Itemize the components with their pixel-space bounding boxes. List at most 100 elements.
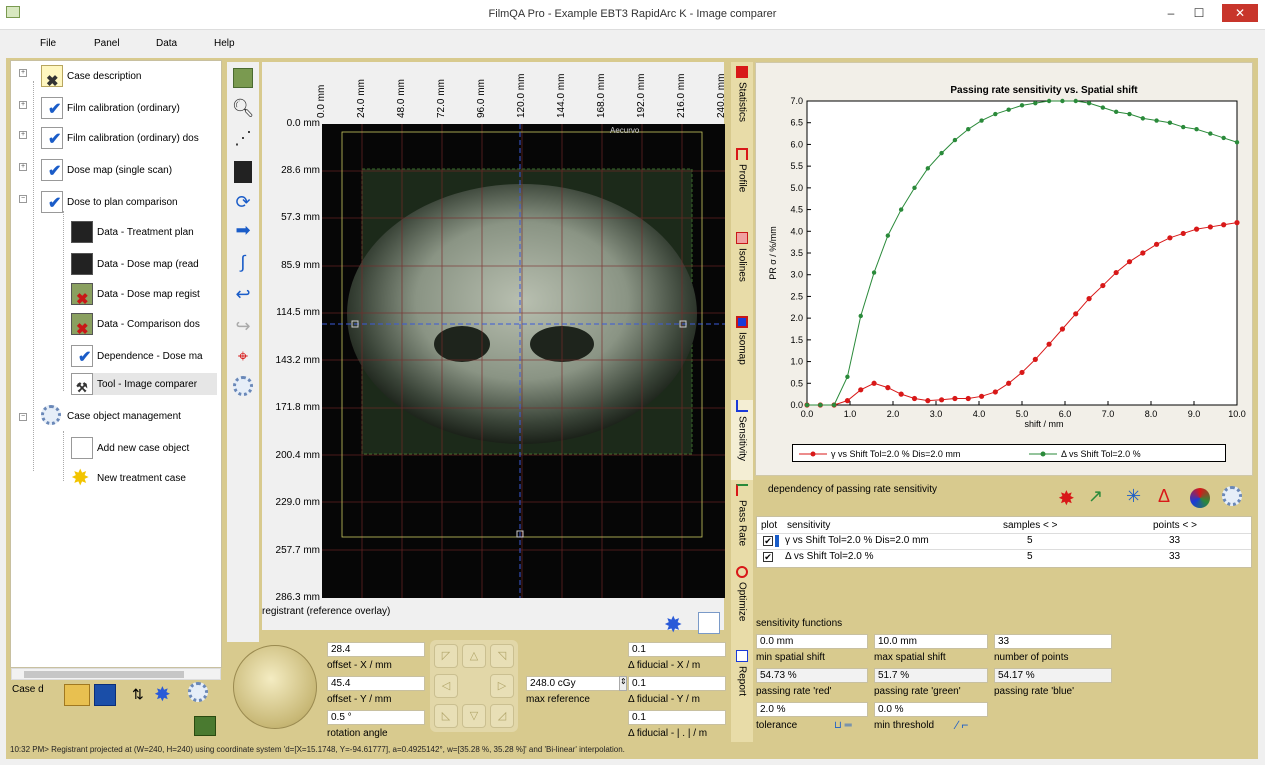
collapse-icon[interactable]: − [19, 195, 27, 203]
data-point [1194, 127, 1199, 132]
tree-item-dose-map[interactable]: ✔ Dose map (single scan) [41, 159, 172, 181]
table-row[interactable]: ✔ Δ vs Shift Tol=2.0 % 5 33 [757, 549, 1251, 563]
tab-isomap[interactable]: Isomap [731, 316, 753, 365]
expander-icon[interactable]: + [19, 163, 27, 171]
nudge-up-right-button[interactable]: ◹ [490, 644, 514, 668]
tree-item-new-treatment-case[interactable]: ✸ New treatment case [71, 467, 186, 489]
close-button[interactable]: ✕ [1222, 4, 1258, 22]
tree-item-data-dose-map-registered[interactable]: ✖ Data - Dose map regist [71, 283, 200, 308]
passing-rate-green-value: 51.7 % [874, 668, 988, 683]
nudge-down-left-button[interactable]: ◺ [434, 704, 458, 728]
redo-icon[interactable]: ↪ [231, 314, 255, 338]
curve-tool-icon[interactable]: ↗ [1088, 486, 1103, 507]
threshold-curve-icon[interactable]: ∕ ⌐ [956, 718, 968, 732]
tree-item-tool-image-comparer[interactable]: ⚒ Tool - Image comparer [71, 373, 217, 395]
tree-item-film-calibration[interactable]: ✔ Film calibration (ordinary) [41, 97, 180, 119]
tree-item-case-object-management[interactable]: Case object management [41, 405, 181, 427]
film-icon[interactable] [231, 160, 255, 184]
maximize-button[interactable]: ☐ [1186, 4, 1212, 22]
fiducial-y-input[interactable]: 0.1 [628, 676, 726, 691]
tolerance-units-icon[interactable]: ⊔ ═ [834, 720, 852, 731]
curve-icon[interactable]: ∫ [231, 250, 255, 274]
crosshair-icon[interactable]: ⌖ [231, 344, 255, 368]
arrow-right-icon[interactable]: ➡ [231, 218, 255, 242]
min-threshold-input[interactable]: 0.0 % [874, 702, 988, 717]
tab-isolines[interactable]: Isolines [731, 232, 753, 282]
number-of-points-input[interactable]: 33 [994, 634, 1112, 649]
tree-scrollbar[interactable] [11, 668, 221, 680]
x-tick-label: 6.0 [1059, 409, 1072, 419]
image-icon[interactable] [231, 66, 255, 90]
tree-item-data-comparison-dose[interactable]: ✖ Data - Comparison dos [71, 313, 200, 338]
undo-icon[interactable]: ↩ [231, 282, 255, 306]
offset-x-input[interactable]: 28.4 [327, 642, 425, 657]
nudge-up-button[interactable]: △ [462, 644, 486, 668]
settings-star-icon[interactable]: ✸ [664, 612, 682, 638]
offset-y-input[interactable]: 45.4 [327, 676, 425, 691]
expander-icon[interactable]: + [19, 131, 27, 139]
burst-icon[interactable]: ✸ [1058, 486, 1075, 511]
nudge-right-button[interactable]: ▷ [490, 674, 514, 698]
menu-data[interactable]: Data [156, 38, 177, 49]
settings-gear-icon[interactable] [231, 374, 255, 398]
max-shift-input[interactable]: 10.0 mm [874, 634, 988, 649]
tolerance-input[interactable]: 2.0 % [756, 702, 868, 717]
collapse-icon[interactable]: − [19, 413, 27, 421]
rotate-icon[interactable]: ⟳ [231, 190, 255, 214]
tab-pass-rate[interactable]: Pass Rate [731, 484, 753, 546]
landscape-icon[interactable] [194, 716, 216, 736]
tree-item-dependence[interactable]: ✔ Dependence - Dose ma [71, 345, 203, 367]
delta-icon[interactable]: Δ [1158, 486, 1170, 507]
tab-report[interactable]: Report [731, 650, 753, 696]
plot-checkbox[interactable]: ✔ [763, 552, 773, 562]
tree-item-data-dose-map-read[interactable]: Data - Dose map (read [71, 253, 199, 275]
nudge-up-left-button[interactable]: ◸ [434, 644, 458, 668]
color-wheel-icon[interactable] [1190, 488, 1210, 508]
dose-image-canvas[interactable]: Aecurvo [322, 124, 725, 598]
sort-icon[interactable]: ⇅ [132, 686, 144, 703]
rotation-input[interactable]: 0.5 ° [327, 710, 425, 725]
menu-file[interactable]: File [40, 38, 56, 49]
tree-item-case-description[interactable]: ✖ Case description [41, 65, 141, 90]
nudge-down-right-button[interactable]: ◿ [490, 704, 514, 728]
column-header-points[interactable]: points < > [1153, 520, 1197, 531]
expander-icon[interactable]: + [19, 101, 27, 109]
tree-item-film-calibration-dose[interactable]: ✔ Film calibration (ordinary) dos [41, 127, 199, 149]
column-header-samples[interactable]: samples < > [1003, 520, 1057, 531]
min-threshold-label: min threshold [874, 720, 935, 731]
minimize-button[interactable]: – [1158, 4, 1184, 22]
checked-document-icon: ✔ [41, 191, 63, 213]
max-reference-input[interactable]: 248.0 cGy [526, 676, 620, 691]
functions-header: sensitivity functions [756, 618, 843, 629]
plot-checkbox[interactable]: ✔ [763, 536, 773, 546]
table-row[interactable]: ✔ γ vs Shift Tol=2.0 % Dis=2.0 mm 5 33 [757, 533, 1251, 547]
gear-icon[interactable] [1222, 486, 1244, 508]
grid-icon[interactable]: ⋰ [231, 126, 255, 150]
min-shift-input[interactable]: 0.0 mm [756, 634, 868, 649]
save-icon[interactable] [94, 684, 116, 706]
tab-statistics[interactable]: Statistics [731, 66, 753, 122]
tab-sensitivity[interactable]: Sensitivity [731, 400, 753, 480]
settings-star-icon[interactable]: ✸ [154, 682, 171, 707]
asterisk-icon[interactable]: ✳ [1126, 486, 1141, 507]
export-document-icon[interactable] [698, 612, 720, 634]
fiducial-l-input[interactable]: 0.1 [628, 710, 726, 725]
expander-icon[interactable]: + [19, 69, 27, 77]
tab-profile[interactable]: Profile [731, 148, 753, 192]
tree-item-data-treatment-plan[interactable]: Data - Treatment plan [71, 221, 194, 243]
nudge-left-button[interactable]: ◁ [434, 674, 458, 698]
gear-icon[interactable] [188, 682, 210, 704]
menu-help[interactable]: Help [214, 38, 235, 49]
nudge-down-button[interactable]: ▽ [462, 704, 486, 728]
max-shift-label: max spatial shift [874, 652, 946, 663]
x-tick: 72.0 mm [436, 79, 447, 118]
tree-item-dose-to-plan[interactable]: ✔ Dose to plan comparison [41, 191, 178, 213]
open-folder-icon[interactable] [64, 684, 90, 706]
tab-optimize[interactable]: Optimize [731, 566, 753, 621]
tree-item-add-new-case-object[interactable]: Add new case object [71, 437, 189, 459]
zoom-icon[interactable]: 🔍︎ [231, 96, 255, 120]
rotation-knob[interactable] [233, 645, 317, 729]
fiducial-x-input[interactable]: 0.1 [628, 642, 726, 657]
spin-button[interactable]: ⇕ [619, 676, 627, 691]
menu-panel[interactable]: Panel [94, 38, 120, 49]
